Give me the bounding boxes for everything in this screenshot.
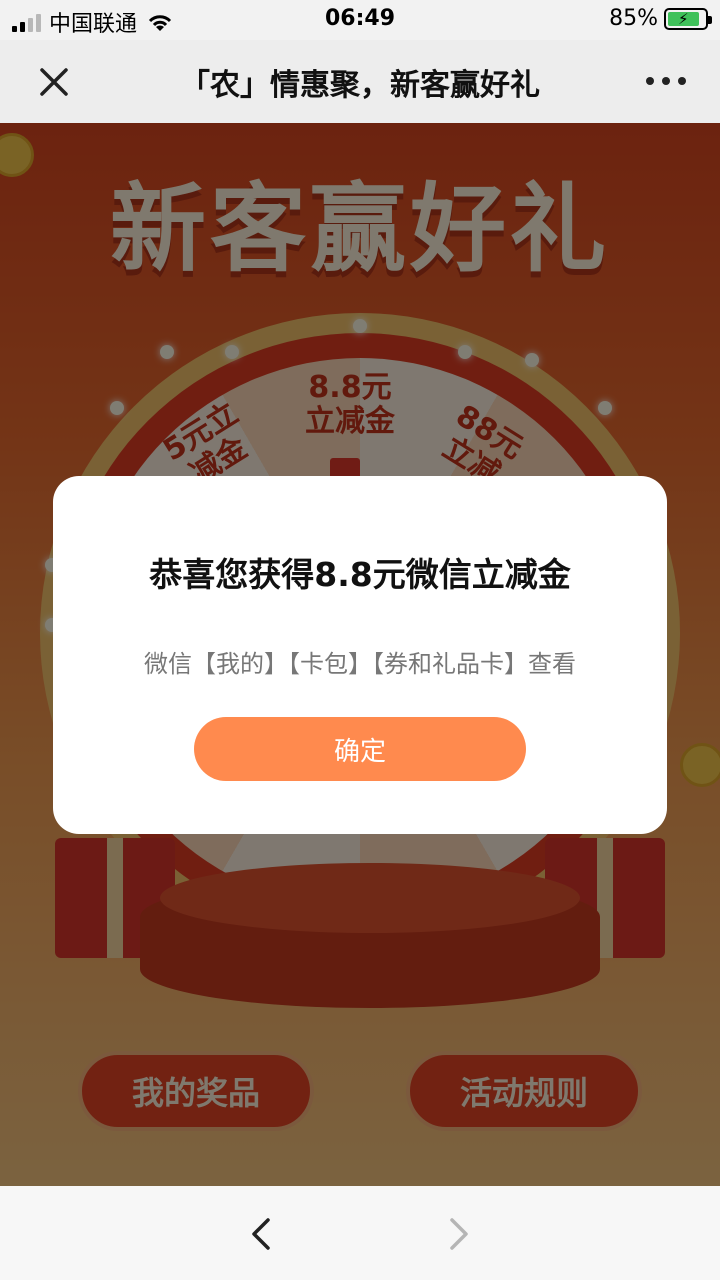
more-icon[interactable] bbox=[636, 60, 696, 102]
status-bar: 中国联通 06:49 85% ⚡ bbox=[0, 0, 720, 40]
battery-charging-icon: ⚡ bbox=[664, 7, 712, 30]
back-arrow-icon[interactable] bbox=[240, 1212, 284, 1256]
battery-fill: ⚡ bbox=[668, 10, 699, 28]
nav-bar: 「农」情惠聚，新客赢好礼 bbox=[0, 40, 720, 123]
dialog-title: 恭喜您获得8.8元微信立减金 bbox=[149, 555, 571, 594]
browser-toolbar bbox=[0, 1186, 720, 1280]
dialog-subtitle: 微信【我的】【卡包】【券和礼品卡】查看 bbox=[144, 650, 576, 678]
battery-percent: 85% bbox=[609, 6, 658, 31]
page-title: 「农」情惠聚，新客赢好礼 bbox=[180, 68, 540, 103]
confirm-button[interactable]: 确定 bbox=[194, 717, 526, 781]
status-right: 85% ⚡ bbox=[609, 6, 712, 31]
forward-arrow-icon[interactable] bbox=[436, 1212, 480, 1256]
prize-dialog: 恭喜您获得8.8元微信立减金 微信【我的】【卡包】【券和礼品卡】查看 确定 bbox=[53, 476, 667, 834]
close-icon[interactable] bbox=[28, 56, 80, 108]
